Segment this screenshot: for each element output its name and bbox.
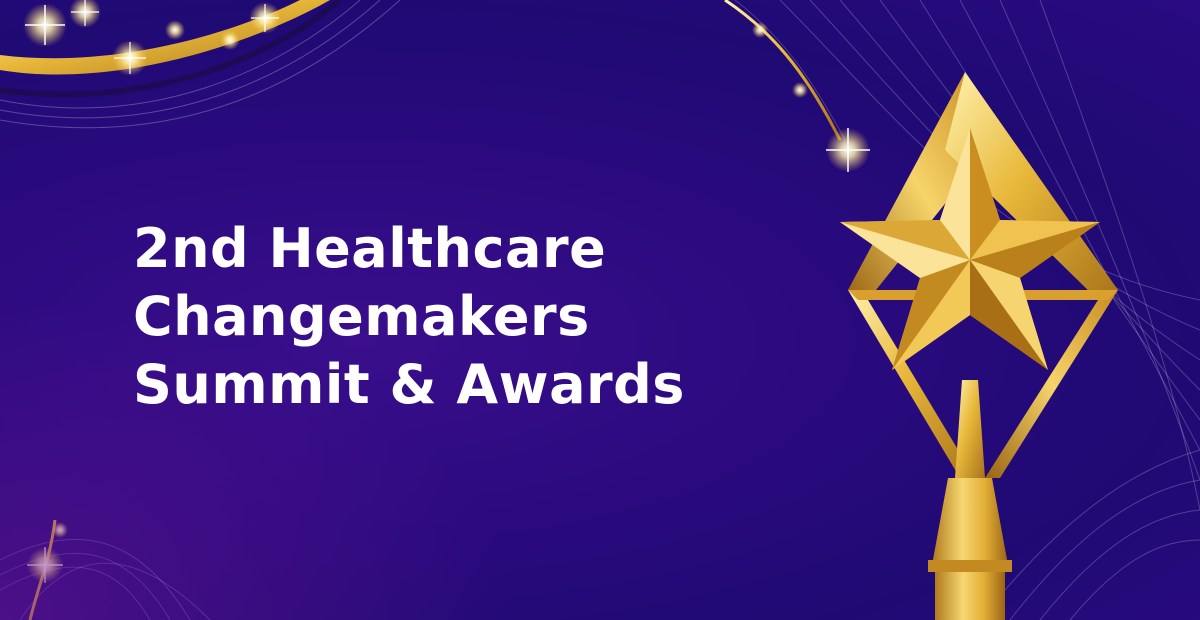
title-line-2: Changemakers	[133, 285, 590, 348]
wave-lines-bottom-left	[0, 538, 211, 620]
title-line-1: 2nd Healthcare	[133, 217, 607, 280]
event-banner: 2nd Healthcare Changemakers Summit & Awa…	[0, 0, 1200, 620]
title-line-3: Summit & Awards	[133, 353, 685, 416]
gold-ribbon-trail	[724, 0, 846, 141]
gold-star-trophy-icon	[840, 72, 1118, 620]
banner-title: 2nd Healthcare Changemakers Summit & Awa…	[133, 215, 685, 419]
